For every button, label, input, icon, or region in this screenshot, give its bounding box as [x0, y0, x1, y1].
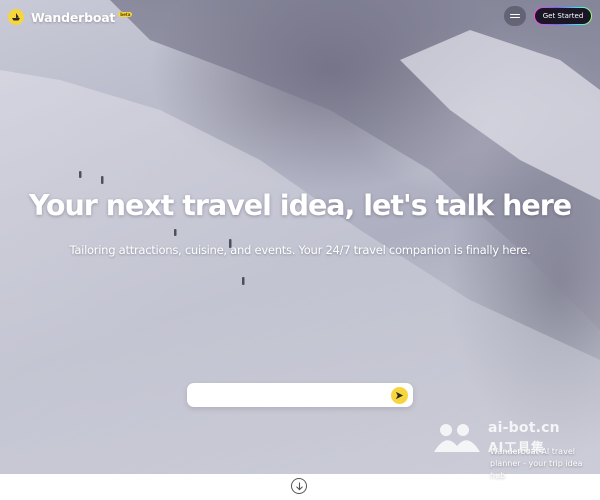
- scroll-down-button[interactable]: [291, 478, 307, 494]
- get-started-button[interactable]: Get Started: [534, 7, 592, 25]
- brand-logo[interactable]: Wanderboat beta: [8, 9, 133, 25]
- hamburger-icon: [510, 13, 520, 15]
- watermark-url: ai-bot.cn: [488, 420, 560, 436]
- hero-subline: Tailoring attractions, cuisine, and even…: [69, 243, 531, 257]
- promo-caption: Wanderboat-AI travel planner - your trip…: [490, 447, 583, 480]
- send-arrow-icon: [395, 391, 404, 400]
- get-started-label: Get Started: [535, 8, 591, 24]
- brand-name: Wanderboat: [31, 9, 116, 25]
- boat-logo-icon: [8, 9, 24, 25]
- send-button[interactable]: [391, 387, 408, 404]
- chat-search-bar: [187, 383, 413, 407]
- menu-button[interactable]: [504, 6, 526, 26]
- watermark-logo-icon: [434, 424, 480, 452]
- hero-headline: Your next travel idea, let's talk here: [28, 189, 572, 222]
- arrow-down-circle-icon: [295, 481, 303, 490]
- search-input[interactable]: [197, 386, 387, 404]
- beta-badge: beta: [118, 11, 133, 17]
